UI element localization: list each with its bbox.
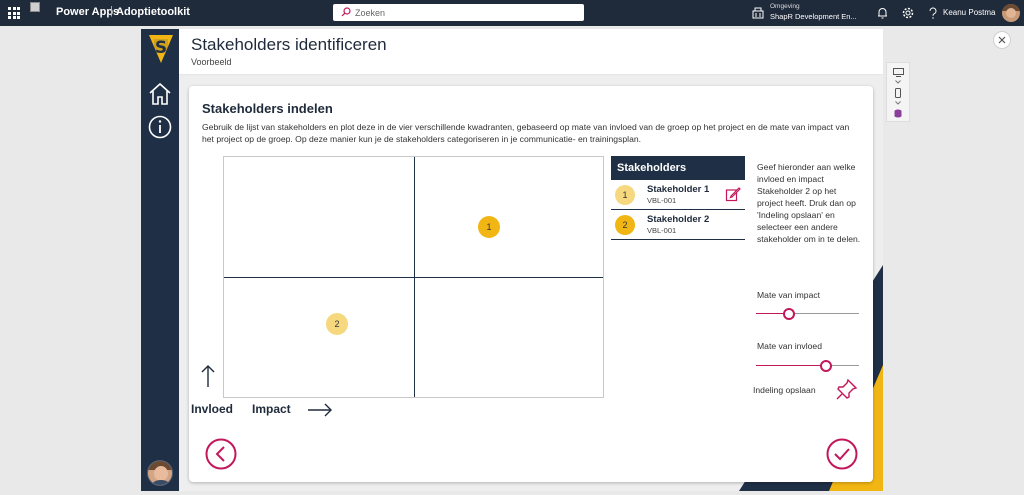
axis-label-impact: Impact xyxy=(252,402,291,416)
broken-image-icon xyxy=(30,2,40,12)
confirm-button[interactable] xyxy=(826,438,858,470)
environment-name[interactable]: ShapR Development En... xyxy=(770,12,857,21)
stakeholder-number-badge: 1 xyxy=(615,185,635,205)
back-button[interactable] xyxy=(205,438,237,470)
quadrant-horizontal-divider xyxy=(224,277,603,278)
pin-icon[interactable] xyxy=(836,378,858,400)
impact-slider[interactable] xyxy=(756,308,859,320)
card-title: Stakeholders indelen xyxy=(202,101,333,116)
app-title: Adoptietoolkit xyxy=(116,6,190,18)
app-logo: S xyxy=(149,35,173,63)
stakeholder-code: VBL-001 xyxy=(647,196,677,205)
edit-icon[interactable] xyxy=(725,186,741,202)
quadrant-chart: 1 2 xyxy=(223,156,604,398)
card-description: Gebruik de lijst van stakeholders en plo… xyxy=(202,122,850,144)
arrow-up-icon xyxy=(201,365,215,387)
stakeholder-row[interactable]: 2 Stakeholder 2 VBL-001 xyxy=(611,210,745,240)
chevron-down-icon-2[interactable] xyxy=(895,101,901,105)
search-input[interactable] xyxy=(355,5,575,20)
stakeholder-name: Stakeholder 1 xyxy=(647,184,710,195)
title-separator: | xyxy=(110,5,113,17)
page-subtitle: Voorbeeld xyxy=(191,57,232,67)
stakeholders-list: Stakeholders 1 Stakeholder 1 VBL-001 2 S… xyxy=(611,156,745,240)
invloed-slider-thumb[interactable] xyxy=(820,360,832,372)
database-icon[interactable] xyxy=(894,109,902,118)
page-header: Stakeholders identificeren Voorbeeld xyxy=(179,29,883,75)
invloed-slider-label: Mate van invloed xyxy=(757,341,822,351)
stakeholder-marker-2[interactable]: 2 xyxy=(326,313,348,335)
instructions-text: Geef hieronder aan welke invloed en impa… xyxy=(757,162,861,244)
stakeholder-marker-1[interactable]: 1 xyxy=(478,216,500,238)
stakeholders-heading: Stakeholders xyxy=(611,156,745,180)
svg-text:S: S xyxy=(155,38,167,58)
impact-slider-label: Mate van impact xyxy=(757,290,821,300)
search-icon xyxy=(341,7,351,17)
environment-icon[interactable] xyxy=(752,7,764,19)
stakeholder-name: Stakeholder 2 xyxy=(647,214,710,225)
user-name: Keanu Postma xyxy=(943,8,996,17)
monitor-icon[interactable] xyxy=(893,68,904,77)
stakeholder-number-badge: 2 xyxy=(615,215,635,235)
close-icon xyxy=(998,36,1006,44)
phone-icon[interactable] xyxy=(895,88,901,98)
user-avatar[interactable] xyxy=(1002,4,1020,22)
search-box[interactable] xyxy=(333,4,584,21)
invloed-slider[interactable] xyxy=(756,360,859,372)
left-navigation: S xyxy=(141,29,179,491)
arrow-right-icon xyxy=(308,403,332,417)
impact-slider-thumb[interactable] xyxy=(783,308,795,320)
stakeholder-row[interactable]: 1 Stakeholder 1 VBL-001 xyxy=(611,180,745,210)
app-launcher-icon[interactable] xyxy=(8,7,20,19)
page-title: Stakeholders identificeren xyxy=(191,35,387,54)
bell-icon[interactable] xyxy=(877,7,888,19)
save-layout-label[interactable]: Indeling opslaan xyxy=(753,385,816,395)
environment-label: Omgeving xyxy=(770,3,800,10)
chevron-down-icon[interactable] xyxy=(895,80,901,84)
stakeholder-code: VBL-001 xyxy=(647,226,677,235)
side-tools-panel xyxy=(886,62,910,122)
top-bar: Power Apps | Adoptietoolkit Omgeving Sha… xyxy=(0,0,1024,26)
main-card: Stakeholders indelen Gebruik de lijst va… xyxy=(189,86,873,482)
profile-avatar[interactable] xyxy=(147,460,173,486)
gear-icon[interactable] xyxy=(902,7,914,19)
help-icon[interactable] xyxy=(928,7,938,19)
info-icon[interactable] xyxy=(148,115,172,139)
close-button[interactable] xyxy=(993,31,1011,49)
axis-label-invloed: Invloed xyxy=(191,402,234,416)
home-icon[interactable] xyxy=(148,82,172,106)
